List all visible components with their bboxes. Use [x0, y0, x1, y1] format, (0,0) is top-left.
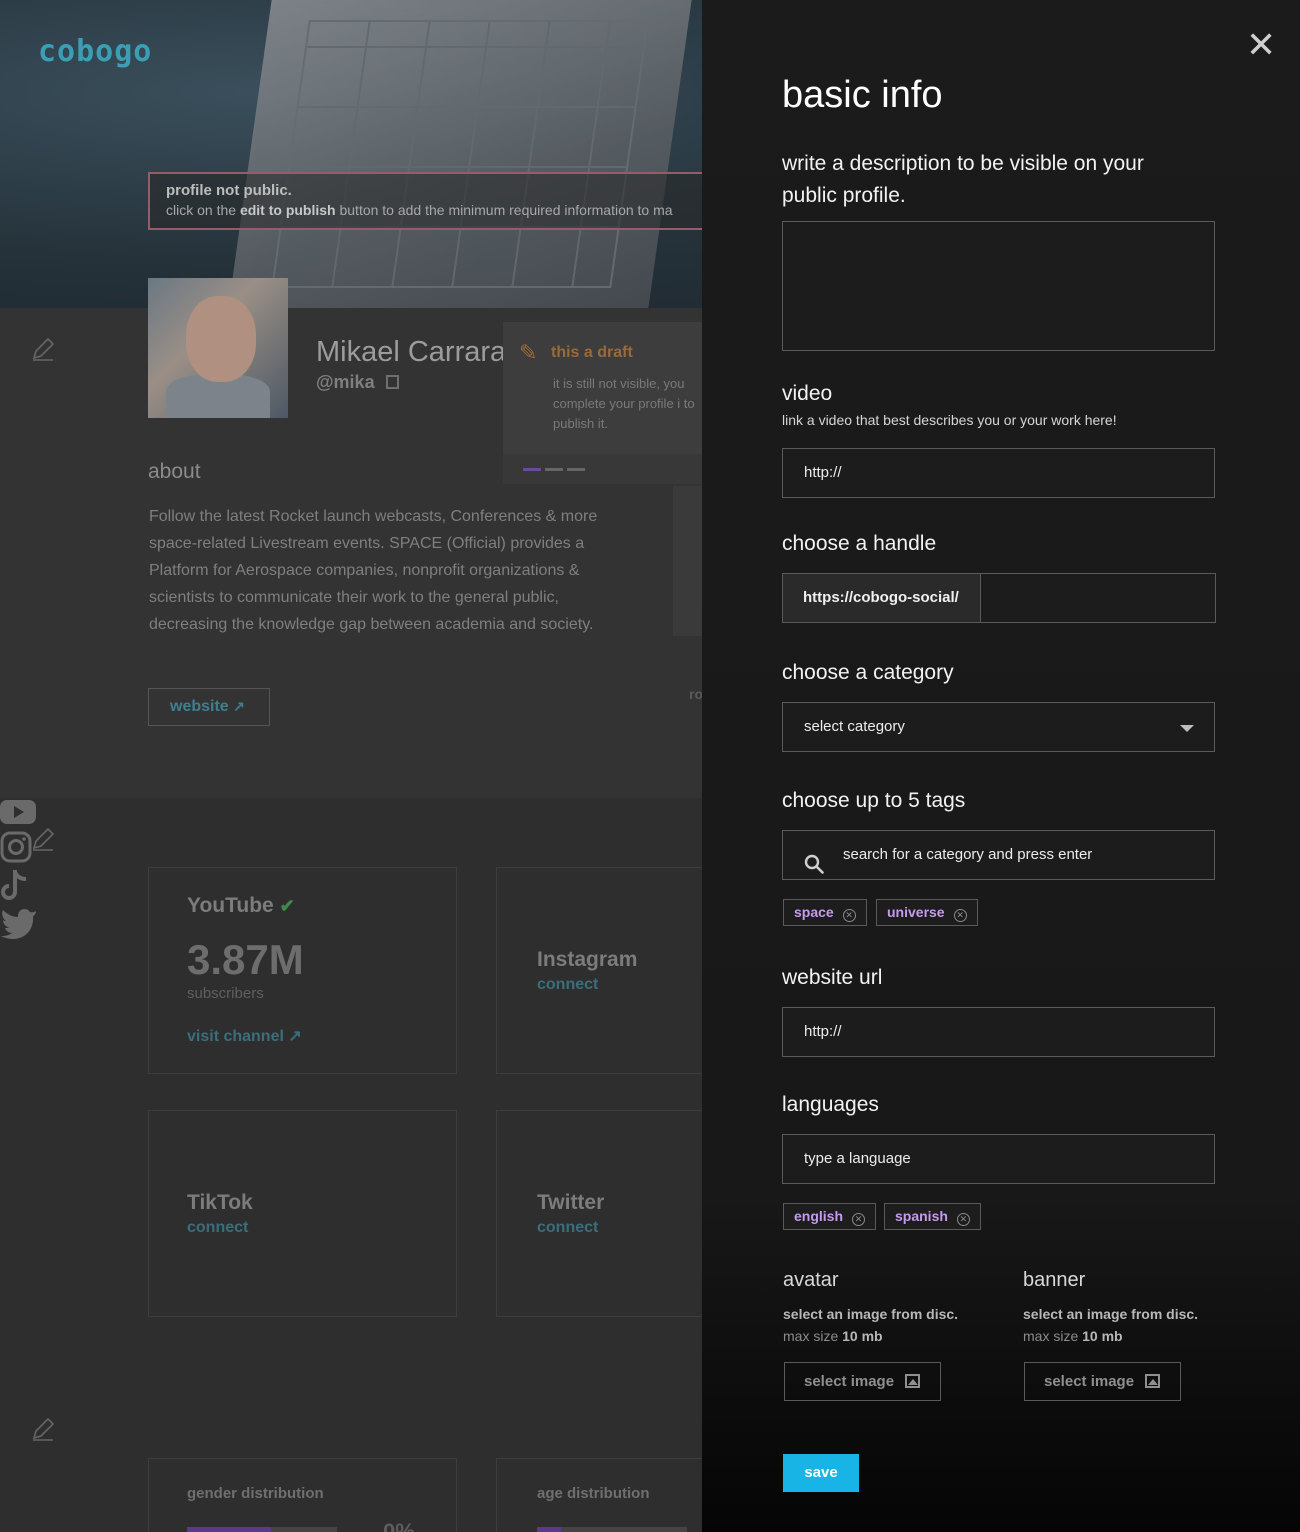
language-chip: spanish ✕ [884, 1203, 981, 1230]
tiktok-connect-link[interactable]: connect [187, 1219, 248, 1237]
gender-bar [187, 1527, 337, 1532]
side-card-fragment [673, 486, 703, 636]
youtube-subscriber-label: subscribers [187, 985, 264, 1002]
language-chip: english ✕ [783, 1203, 877, 1230]
website-url-input[interactable]: http:// [782, 1007, 1215, 1057]
banner-select-image-button[interactable]: select image [1024, 1362, 1181, 1401]
handle-field: https://cobogo-social/ [782, 573, 1216, 623]
languages-input[interactable]: type a language [782, 1134, 1215, 1184]
twitter-name: Twitter [537, 1191, 605, 1214]
avatar-instructions: select an image from disc. [783, 1306, 959, 1322]
description-textarea[interactable] [782, 221, 1215, 351]
chevron-down-icon [1180, 725, 1194, 732]
edit-stats-pencil-icon[interactable] [30, 1416, 56, 1442]
profile-avatar [148, 278, 288, 418]
avatar-heading: avatar [783, 1269, 839, 1291]
draft-title: this a draft [551, 344, 633, 361]
youtube-subscriber-count: 3.87M [187, 936, 304, 983]
tags-search-input[interactable]: search for a category and press enter [782, 830, 1215, 880]
website-button[interactable]: website ↗ [148, 688, 270, 726]
tiktok-name: TikTok [187, 1191, 253, 1214]
about-heading: about [148, 460, 201, 483]
category-selected-value: select category [804, 718, 905, 735]
tags-search-placeholder: search for a category and press enter [843, 846, 1093, 863]
close-icon[interactable]: ✕ [1246, 27, 1276, 63]
instagram-connect-link[interactable]: connect [537, 976, 598, 994]
external-link-icon: ↗ [288, 1028, 302, 1045]
banner-heading: banner [1023, 1269, 1086, 1291]
age-distribution-title: age distribution [537, 1485, 650, 1502]
twitter-card: Twitter connect [496, 1110, 716, 1317]
category-label: choose a category [782, 661, 954, 684]
banner-instructions: select an image from disc. [1023, 1306, 1199, 1322]
tag-chip: space ✕ [783, 899, 867, 926]
visit-channel-link[interactable]: visit channel ↗ [187, 1026, 302, 1046]
image-icon [905, 1374, 920, 1388]
copy-icon[interactable] [385, 375, 399, 389]
tiktok-card: TikTok connect [148, 1110, 457, 1317]
notice-title: profile not public. [166, 182, 292, 199]
gender-percent: 0% [383, 1519, 415, 1532]
profile-not-public-notice: profile not public. click on the edit to… [148, 172, 768, 230]
about-text: Follow the latest Rocket launch webcasts… [149, 508, 598, 633]
avatar-max-size: max size 10 mb [783, 1328, 883, 1344]
cobogo-logo[interactable]: cobogo [38, 34, 152, 69]
description-label: write a description to be visible on you… [782, 152, 1144, 207]
external-link-icon: ↗ [233, 698, 245, 714]
avatar-select-image-button[interactable]: select image [784, 1362, 941, 1401]
save-button[interactable]: save [783, 1454, 859, 1492]
edit-social-pencil-icon[interactable] [30, 826, 56, 852]
tags-label: choose up to 5 tags [782, 789, 966, 812]
handle-input[interactable] [982, 574, 1215, 622]
remove-tag-icon[interactable]: ✕ [953, 909, 967, 922]
side-text-fragment: ro [689, 686, 703, 702]
video-hint: link a video that best describes you or … [782, 412, 1117, 428]
category-select[interactable]: select category [782, 702, 1215, 752]
instagram-card: Instagram connect [496, 867, 716, 1074]
twitter-connect-link[interactable]: connect [537, 1219, 598, 1237]
video-url-input[interactable]: http:// [782, 448, 1215, 498]
handle-prefix: https://cobogo-social/ [783, 574, 981, 622]
gender-distribution-title: gender distribution [187, 1485, 324, 1502]
youtube-card: YouTube ✔ 3.87M subscribers visit channe… [148, 867, 457, 1074]
tag-chip: universe ✕ [876, 899, 978, 926]
panel-title: basic info [782, 74, 943, 116]
profile-name: Mikael Carrara [316, 336, 507, 368]
video-label: video [782, 382, 833, 405]
banner-max-size: max size 10 mb [1023, 1328, 1123, 1344]
image-icon [1145, 1374, 1160, 1388]
remove-tag-icon[interactable]: ✕ [842, 909, 856, 922]
profile-handle: @mika [316, 372, 399, 393]
website-url-label: website url [782, 966, 883, 989]
age-bar [537, 1527, 687, 1532]
draft-pen-icon: ✎ [519, 340, 538, 365]
age-distribution-card: age distribution [496, 1458, 716, 1532]
remove-language-icon[interactable]: ✕ [956, 1213, 970, 1226]
banner-satellite-image [228, 0, 692, 308]
verified-badge-icon: ✔ [279, 896, 295, 916]
edit-profile-pencil-icon[interactable] [30, 336, 56, 362]
remove-language-icon[interactable]: ✕ [852, 1213, 866, 1226]
gender-distribution-card: gender distribution 0% [148, 1458, 457, 1532]
handle-label: choose a handle [782, 532, 937, 555]
languages-label: languages [782, 1093, 879, 1116]
search-icon [804, 846, 824, 874]
instagram-name: Instagram [537, 948, 638, 971]
youtube-name: YouTube ✔ [187, 894, 295, 917]
notice-text: click on the edit to publish button to a… [166, 202, 673, 218]
